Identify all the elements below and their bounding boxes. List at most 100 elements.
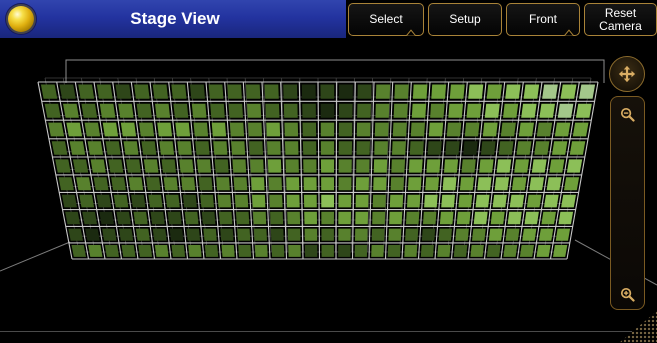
fixture[interactable] bbox=[503, 103, 519, 118]
fixture[interactable] bbox=[78, 84, 95, 99]
fixture[interactable] bbox=[356, 159, 370, 173]
fixture[interactable] bbox=[302, 103, 316, 118]
fixture[interactable] bbox=[249, 141, 263, 155]
fixture[interactable] bbox=[201, 211, 216, 225]
zoom-track[interactable] bbox=[615, 133, 640, 273]
fixture[interactable] bbox=[217, 194, 232, 208]
fixture[interactable] bbox=[526, 194, 542, 208]
fixture[interactable] bbox=[490, 211, 505, 225]
fixture[interactable] bbox=[126, 159, 141, 173]
fixture[interactable] bbox=[121, 245, 136, 257]
fixture[interactable] bbox=[159, 141, 175, 155]
fixture[interactable] bbox=[184, 211, 199, 225]
fixture[interactable] bbox=[265, 103, 280, 118]
fixture[interactable] bbox=[392, 141, 406, 155]
fixture[interactable] bbox=[338, 194, 352, 208]
fixture[interactable] bbox=[503, 245, 518, 257]
fixture[interactable] bbox=[374, 141, 388, 155]
fixture[interactable] bbox=[237, 228, 251, 241]
fixture[interactable] bbox=[389, 194, 404, 208]
fixture[interactable] bbox=[463, 141, 478, 155]
stage-viewport[interactable] bbox=[0, 0, 657, 343]
fixture[interactable] bbox=[355, 194, 369, 208]
fixture[interactable] bbox=[93, 177, 109, 191]
fixture[interactable] bbox=[431, 84, 447, 99]
fixture[interactable] bbox=[232, 159, 247, 173]
fixture[interactable] bbox=[455, 228, 469, 241]
fixture[interactable] bbox=[81, 103, 98, 118]
fixture[interactable] bbox=[102, 228, 117, 241]
fixture[interactable] bbox=[456, 211, 471, 225]
fixture[interactable] bbox=[96, 84, 113, 99]
fixture[interactable] bbox=[115, 84, 132, 99]
fixture[interactable] bbox=[494, 177, 510, 191]
fixture[interactable] bbox=[534, 141, 550, 155]
fixture[interactable] bbox=[321, 194, 334, 208]
fixture[interactable] bbox=[393, 103, 408, 118]
fixture[interactable] bbox=[188, 245, 202, 257]
fixture[interactable] bbox=[155, 103, 171, 118]
fixture[interactable] bbox=[133, 211, 148, 225]
fixture[interactable] bbox=[473, 211, 488, 225]
fixture[interactable] bbox=[195, 141, 210, 155]
fixture[interactable] bbox=[229, 122, 245, 137]
fixture[interactable] bbox=[69, 141, 86, 155]
fixture[interactable] bbox=[175, 122, 191, 137]
fixture[interactable] bbox=[173, 103, 189, 118]
fixture[interactable] bbox=[287, 211, 301, 225]
fixture[interactable] bbox=[444, 159, 459, 173]
fixture[interactable] bbox=[61, 194, 77, 208]
fixture[interactable] bbox=[338, 141, 353, 155]
fixture[interactable] bbox=[302, 122, 317, 137]
fixture[interactable] bbox=[575, 103, 592, 118]
fixture[interactable] bbox=[105, 141, 121, 155]
fixture[interactable] bbox=[302, 141, 317, 155]
fixture[interactable] bbox=[214, 159, 229, 173]
zoom-in-button[interactable] bbox=[611, 279, 644, 309]
fixture[interactable] bbox=[119, 228, 134, 241]
fixture[interactable] bbox=[482, 122, 498, 137]
fixture[interactable] bbox=[304, 211, 317, 225]
fixture[interactable] bbox=[182, 194, 197, 208]
fixture[interactable] bbox=[453, 245, 468, 257]
fixture[interactable] bbox=[65, 211, 80, 225]
fixture[interactable] bbox=[68, 228, 83, 241]
fixture[interactable] bbox=[264, 84, 279, 99]
fixture[interactable] bbox=[177, 141, 192, 155]
fixture[interactable] bbox=[171, 84, 187, 99]
fixture[interactable] bbox=[118, 103, 134, 118]
fixture[interactable] bbox=[271, 245, 285, 257]
fixture[interactable] bbox=[44, 103, 61, 118]
fixture[interactable] bbox=[320, 122, 335, 137]
fixture[interactable] bbox=[410, 122, 425, 137]
fixture[interactable] bbox=[375, 103, 390, 118]
fixture[interactable] bbox=[198, 177, 213, 191]
fixture[interactable] bbox=[134, 84, 150, 99]
setup-button[interactable]: Setup bbox=[428, 3, 502, 36]
fixture[interactable] bbox=[253, 211, 267, 225]
fixture[interactable] bbox=[171, 245, 186, 257]
camera-move-button[interactable] bbox=[609, 56, 645, 92]
fixture[interactable] bbox=[320, 84, 335, 99]
fixture[interactable] bbox=[193, 122, 209, 137]
fixture[interactable] bbox=[552, 141, 568, 155]
fixture[interactable] bbox=[286, 177, 300, 191]
front-button[interactable]: Front bbox=[506, 3, 580, 36]
fixture[interactable] bbox=[200, 194, 214, 208]
fixture[interactable] bbox=[266, 122, 281, 137]
fixture[interactable] bbox=[204, 245, 219, 257]
fixture[interactable] bbox=[79, 194, 95, 208]
fixture[interactable] bbox=[76, 177, 92, 191]
fixture[interactable] bbox=[235, 211, 250, 225]
fixture[interactable] bbox=[521, 103, 537, 118]
fixture[interactable] bbox=[141, 141, 157, 155]
fixture[interactable] bbox=[186, 228, 201, 241]
fixture[interactable] bbox=[254, 245, 268, 257]
fixture[interactable] bbox=[519, 245, 534, 257]
fixture[interactable] bbox=[154, 245, 169, 257]
fixture[interactable] bbox=[203, 228, 217, 241]
fixture[interactable] bbox=[245, 84, 261, 99]
zoom-slider[interactable] bbox=[610, 96, 645, 310]
fixture[interactable] bbox=[531, 159, 547, 173]
fixture[interactable] bbox=[303, 177, 317, 191]
